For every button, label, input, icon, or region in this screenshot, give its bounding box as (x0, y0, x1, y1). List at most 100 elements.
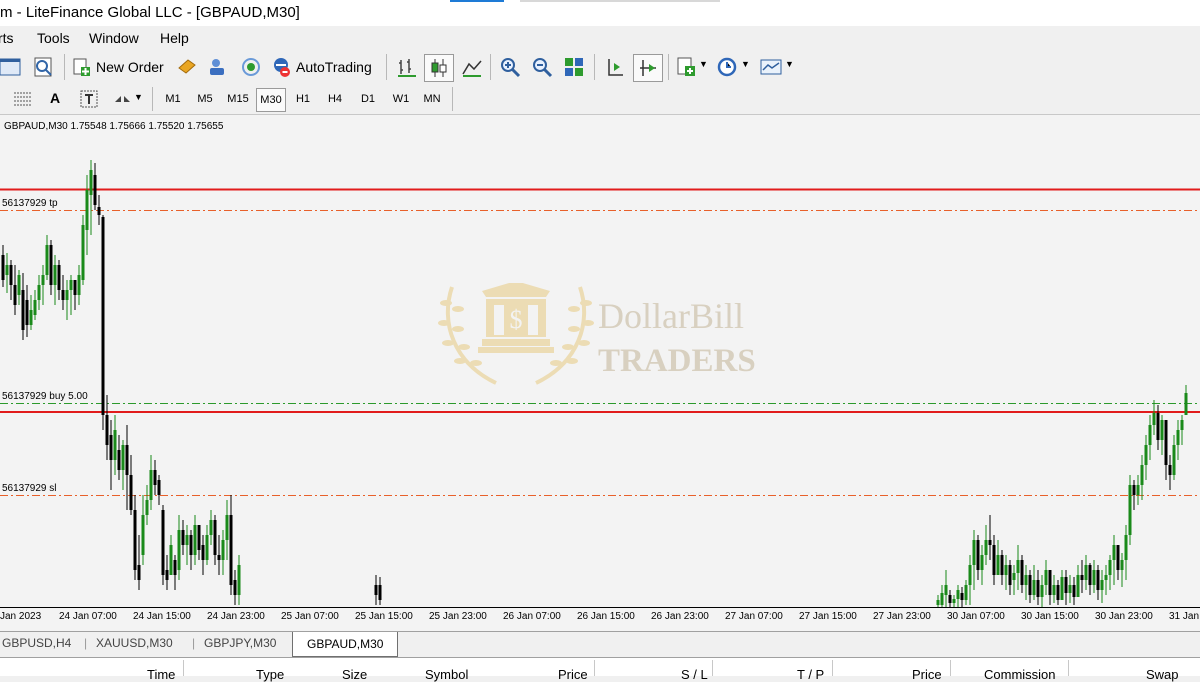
candle-body (1032, 580, 1036, 595)
new-order-button[interactable]: New Order (72, 55, 164, 79)
data-window-icon[interactable] (207, 56, 229, 78)
standard-toolbar: New Order AutoTrading ▼ ▼ ▼ (0, 50, 1200, 84)
candle-body (1048, 570, 1052, 595)
text-label-icon[interactable] (78, 88, 100, 110)
toolbar-separator (386, 54, 387, 80)
candle-body (1108, 560, 1112, 575)
periods-dropdown-icon[interactable]: ▼ (741, 59, 750, 69)
timeframe-h1[interactable]: H1 (291, 88, 315, 110)
candle-body (221, 540, 225, 560)
tile-windows-icon[interactable] (563, 56, 585, 78)
column-separator (1068, 660, 1069, 676)
fibonacci-lines-icon[interactable] (12, 88, 34, 110)
menu-window[interactable]: Window (89, 30, 139, 46)
timeframe-m1[interactable]: M1 (161, 88, 185, 110)
candle-body (1116, 545, 1120, 570)
menu-help[interactable]: Help (160, 30, 189, 46)
candle-body (1080, 575, 1084, 580)
candle-body (1112, 545, 1116, 560)
autotrading-label: AutoTrading (296, 59, 372, 75)
time-label: 25 Jan 07:00 (281, 611, 339, 622)
arrows-icon[interactable] (112, 88, 134, 110)
timeframe-mn[interactable]: MN (420, 88, 444, 110)
indicators-icon[interactable] (676, 56, 698, 78)
candle-body (374, 585, 378, 595)
candle-body (213, 520, 217, 555)
candle-body (49, 245, 53, 285)
candle-body (1140, 465, 1144, 485)
candle-body (97, 207, 101, 215)
time-label: 26 Jan 23:00 (651, 611, 709, 622)
zoom-out-icon[interactable] (531, 56, 553, 78)
candle-body (1028, 575, 1032, 595)
text-tool-icon[interactable]: A (50, 90, 60, 106)
navigator-icon[interactable] (240, 56, 262, 78)
templates-dropdown-icon[interactable]: ▼ (785, 59, 794, 69)
candle-body (165, 570, 169, 580)
indicators-dropdown-icon[interactable]: ▼ (699, 59, 708, 69)
candle-body (29, 310, 33, 325)
candle-body (169, 545, 173, 575)
candle-body (1084, 565, 1088, 580)
candle-body (21, 290, 25, 330)
line-chart-icon[interactable] (461, 56, 483, 78)
candle-body (117, 450, 121, 470)
time-label: 31 Jan (1169, 611, 1200, 622)
tp-level-label: 56137929 tp (2, 198, 58, 209)
tab-separator: | (84, 636, 88, 650)
timeframe-d1[interactable]: D1 (356, 88, 380, 110)
candle-body (1076, 575, 1080, 597)
price-chart[interactable]: GBPAUD,M30 1.75548 1.75666 1.75520 1.756… (0, 115, 1200, 607)
time-label: 27 Jan 07:00 (725, 611, 783, 622)
periods-clock-icon[interactable] (716, 56, 738, 78)
chart-window-icon[interactable] (0, 56, 22, 78)
candle-body (1096, 570, 1100, 590)
bar-chart-icon[interactable] (396, 56, 418, 78)
autoscroll-button[interactable] (633, 54, 663, 82)
time-label: 26 Jan 07:00 (503, 611, 561, 622)
candlestick-chart-button[interactable] (424, 54, 454, 82)
autotrading-button[interactable]: AutoTrading (270, 55, 372, 79)
candle-body (1004, 565, 1008, 575)
autotrading-icon (274, 58, 290, 77)
toolbar-separator (490, 54, 491, 80)
column-separator (712, 660, 713, 676)
timeframe-w1[interactable]: W1 (389, 88, 413, 110)
timeframe-m5[interactable]: M5 (193, 88, 217, 110)
menu-tools[interactable]: Tools (37, 30, 70, 46)
toolbar-separator (64, 54, 65, 80)
candle-body (1124, 535, 1128, 560)
candle-body (1100, 580, 1104, 590)
zoom-in-icon[interactable] (499, 56, 521, 78)
candle-body (129, 475, 133, 510)
market-watch-icon[interactable] (176, 56, 198, 78)
candle-body (197, 525, 201, 550)
timeframe-m15[interactable]: M15 (225, 88, 251, 110)
timeframe-h4[interactable]: H4 (323, 88, 347, 110)
menu-charts[interactable]: rts (0, 30, 14, 46)
chart-shift-icon[interactable] (604, 56, 626, 78)
tab-gbpusd-h4[interactable]: GBPUSD,H4 (2, 636, 71, 650)
window-titlebar: m - LiteFinance Global LLC - [GBPAUD,M30… (0, 0, 1200, 26)
tab-gbpjpy-m30[interactable]: GBPJPY,M30 (204, 636, 276, 650)
templates-icon[interactable] (760, 56, 782, 78)
candle-body (37, 285, 41, 300)
toolbar-separator (594, 54, 595, 80)
candle-body (972, 540, 976, 565)
tab-gbpaud-m30[interactable]: GBPAUD,M30 (292, 632, 399, 657)
candle-body (1164, 420, 1168, 465)
new-order-icon (73, 58, 90, 76)
candle-body (73, 280, 77, 295)
arrows-dropdown-icon[interactable]: ▼ (134, 92, 143, 102)
candle-body (1136, 485, 1140, 495)
candle-body (1104, 575, 1108, 580)
profile-icon[interactable] (32, 56, 54, 78)
candle-body (948, 595, 952, 603)
candle-body (205, 535, 209, 560)
candle-body (1168, 465, 1172, 475)
tab-xauusd-m30[interactable]: XAUUSD,M30 (96, 636, 173, 650)
timeframe-m30[interactable]: M30 (256, 88, 286, 112)
candle-body (1156, 413, 1160, 440)
candle-body (225, 515, 229, 540)
candle-body (952, 599, 956, 603)
